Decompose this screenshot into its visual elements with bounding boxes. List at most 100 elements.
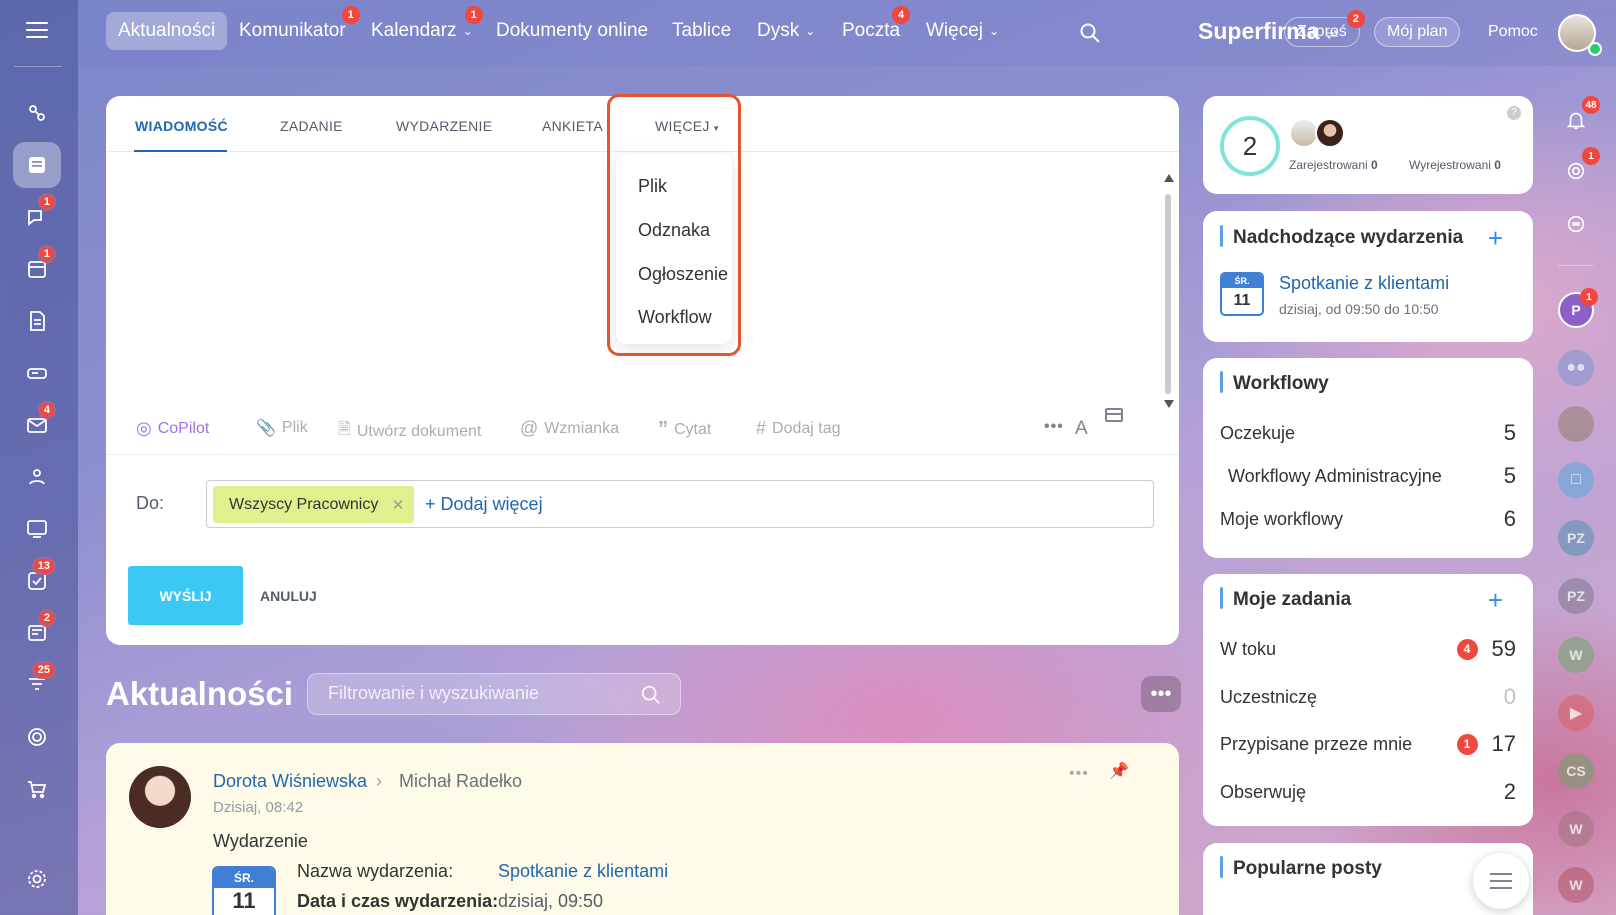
row-badge: 1 — [1456, 733, 1478, 755]
search-icon[interactable] — [640, 684, 662, 706]
sidebar-item-docs[interactable] — [13, 298, 61, 344]
post-recipient[interactable]: Michał Radełko — [399, 771, 522, 792]
list-menu-button[interactable] — [1473, 853, 1529, 909]
sidebar-item-tasks[interactable]: 13 — [13, 557, 61, 604]
remove-chip-icon[interactable]: ✕ — [392, 496, 405, 514]
my-plan-button[interactable]: Mój plan — [1374, 17, 1461, 47]
rail-group-chat[interactable]: ●● — [1558, 350, 1594, 386]
recipients-field[interactable]: Wszyscy Pracownicy ✕ + Dodaj więcej — [206, 480, 1154, 528]
rail-avatar[interactable]: W — [1558, 637, 1594, 673]
add-event-icon[interactable]: + — [1488, 225, 1503, 251]
help-button[interactable]: Pomoc — [1475, 17, 1551, 47]
top-bar: Aktualności Komunikator 1 Kalendarz ⌄ 1 Dok… — [78, 0, 1616, 66]
search-icon[interactable] — [1078, 21, 1102, 45]
workflow-row[interactable]: Oczekuje 5 — [1220, 420, 1516, 446]
rail-avatar[interactable]: CS — [1558, 753, 1594, 789]
events-title: Nadchodzące wydarzenia — [1233, 227, 1464, 248]
event-name-link[interactable]: Spotkanie z klientami — [498, 861, 668, 882]
event-link[interactable]: Spotkanie z klientami — [1279, 273, 1449, 294]
post-menu-icon[interactable]: ••• — [1069, 765, 1089, 783]
rail-chat[interactable]: □ — [1558, 462, 1594, 498]
add-tag-button[interactable]: # Dodaj tag — [756, 418, 841, 439]
attendance-count[interactable]: 2 — [1220, 116, 1280, 176]
attach-file-button[interactable]: 📎 Plik — [256, 418, 308, 438]
tab-message[interactable]: WIADOMOŚĆ — [135, 118, 228, 134]
send-button[interactable]: WYŚLIJ — [128, 566, 243, 625]
pin-icon[interactable]: 📌 — [1109, 761, 1129, 781]
sidebar-item-shop[interactable] — [13, 766, 61, 812]
scroll-down-icon[interactable] — [1164, 400, 1174, 408]
tab-task[interactable]: ZADANIE — [280, 118, 343, 134]
menu-icon[interactable] — [26, 22, 48, 40]
more-dots-icon[interactable]: ••• — [1044, 418, 1064, 436]
tasks-card: Moje zadania + W toku 4 59 Uczestniczę 0 Pr… — [1203, 574, 1533, 826]
create-doc-button[interactable]: 🗎 Utwórz dokument — [338, 418, 481, 445]
text-format-icon[interactable]: A — [1075, 418, 1088, 440]
editor-scrollbar[interactable] — [1164, 174, 1174, 408]
recipient-chip[interactable]: Wszyscy Pracownicy ✕ — [213, 486, 415, 523]
task-row[interactable]: Obserwuję 2 — [1220, 779, 1516, 805]
sidebar-item-funnel[interactable]: 25 — [13, 661, 61, 708]
panel-toggle-icon[interactable] — [1105, 408, 1123, 422]
nav-dysk[interactable]: Dysk ⌄ — [745, 12, 827, 50]
feed-icon — [29, 157, 45, 173]
rail-item-sync[interactable] — [1558, 206, 1594, 242]
sidebar-item-news[interactable]: 2 — [13, 609, 61, 656]
scroll-thumb[interactable] — [1165, 194, 1171, 394]
at-icon: @ — [520, 418, 539, 438]
notifications-button[interactable]: 48 — [1558, 96, 1600, 138]
sidebar-item-crm[interactable] — [13, 90, 61, 136]
sidebar-item-calendar[interactable]: 1 — [13, 245, 61, 292]
sidebar-item-feed[interactable] — [13, 142, 61, 188]
help-icon[interactable]: ? — [1507, 106, 1521, 120]
nav-wiecej[interactable]: Więcej ⌄ — [914, 12, 1011, 50]
workflow-row[interactable]: Workflowy Administracyjne 5 — [1220, 463, 1516, 489]
rail-item-goals[interactable]: 1 — [1558, 147, 1600, 189]
avatar[interactable] — [129, 766, 191, 828]
task-row[interactable]: W toku 4 59 — [1220, 636, 1516, 662]
cancel-button[interactable]: ANULUJ — [260, 588, 317, 604]
feed-search-input[interactable]: Filtrowanie i wyszukiwanie — [307, 673, 681, 715]
nav-poczta[interactable]: Poczta 4 — [830, 6, 912, 50]
sidebar-item-boards[interactable] — [13, 506, 61, 552]
rail-avatar[interactable]: W — [1558, 867, 1594, 903]
tab-poll[interactable]: ANKIETA — [542, 118, 603, 134]
post-time[interactable]: Dzisiaj, 08:42 — [213, 799, 303, 816]
task-row[interactable]: Przypisane przeze mnie 1 17 — [1220, 731, 1516, 757]
sidebar-item-settings[interactable] — [13, 856, 61, 902]
copilot-button[interactable]: ◎ CoPilot — [136, 418, 209, 439]
post-author[interactable]: Dorota Wiśniewska — [213, 771, 367, 792]
quote-button[interactable]: ” Cytat — [658, 418, 711, 441]
scroll-up-icon[interactable] — [1164, 174, 1174, 182]
task-row[interactable]: Uczestniczę 0 — [1220, 684, 1516, 710]
sidebar-item-goals[interactable] — [13, 714, 61, 760]
nav-aktualnosci[interactable]: Aktualności — [106, 12, 228, 50]
rail-avatar-initials: PZ — [1567, 530, 1585, 546]
avatar[interactable] — [1315, 118, 1345, 148]
rail-badge: 1 — [1580, 288, 1598, 306]
event-time: dzisiaj, od 09:50 do 10:50 — [1279, 301, 1439, 317]
nav-tablice[interactable]: Tablice — [660, 12, 743, 50]
add-more-link[interactable]: + Dodaj więcej — [425, 494, 543, 515]
nav-dokumenty[interactable]: Dokumenty online — [484, 12, 660, 50]
nav-komunikator[interactable]: Komunikator 1 — [227, 6, 360, 50]
sidebar-item-drive[interactable] — [13, 350, 61, 396]
rail-video-call[interactable]: ▶ — [1558, 695, 1594, 731]
calendar-badge: 1 — [37, 245, 56, 263]
feed-more-button[interactable]: ••• — [1141, 676, 1181, 712]
workflow-row[interactable]: Moje workflowy 6 — [1220, 506, 1516, 532]
rail-chat[interactable] — [1558, 406, 1594, 442]
add-task-icon[interactable]: + — [1488, 587, 1503, 613]
mention-button[interactable]: @ Wzmianka — [520, 418, 619, 439]
rail-avatar[interactable]: P1 — [1558, 288, 1598, 328]
sidebar-item-chat[interactable]: 1 — [13, 193, 61, 240]
tab-event[interactable]: WYDARZENIE — [396, 118, 492, 134]
sidebar-item-mail[interactable]: 4 — [13, 401, 61, 448]
copilot-icon: ◎ — [136, 418, 152, 438]
rail-avatar[interactable]: PZ — [1558, 578, 1594, 614]
invite-button[interactable]: Zaproś 2 — [1284, 10, 1365, 47]
rail-avatar[interactable]: PZ — [1558, 520, 1594, 556]
sidebar-item-team[interactable] — [13, 454, 61, 500]
nav-kalendarz[interactable]: Kalendarz ⌄ 1 — [359, 6, 485, 50]
rail-avatar[interactable]: W — [1558, 811, 1594, 847]
